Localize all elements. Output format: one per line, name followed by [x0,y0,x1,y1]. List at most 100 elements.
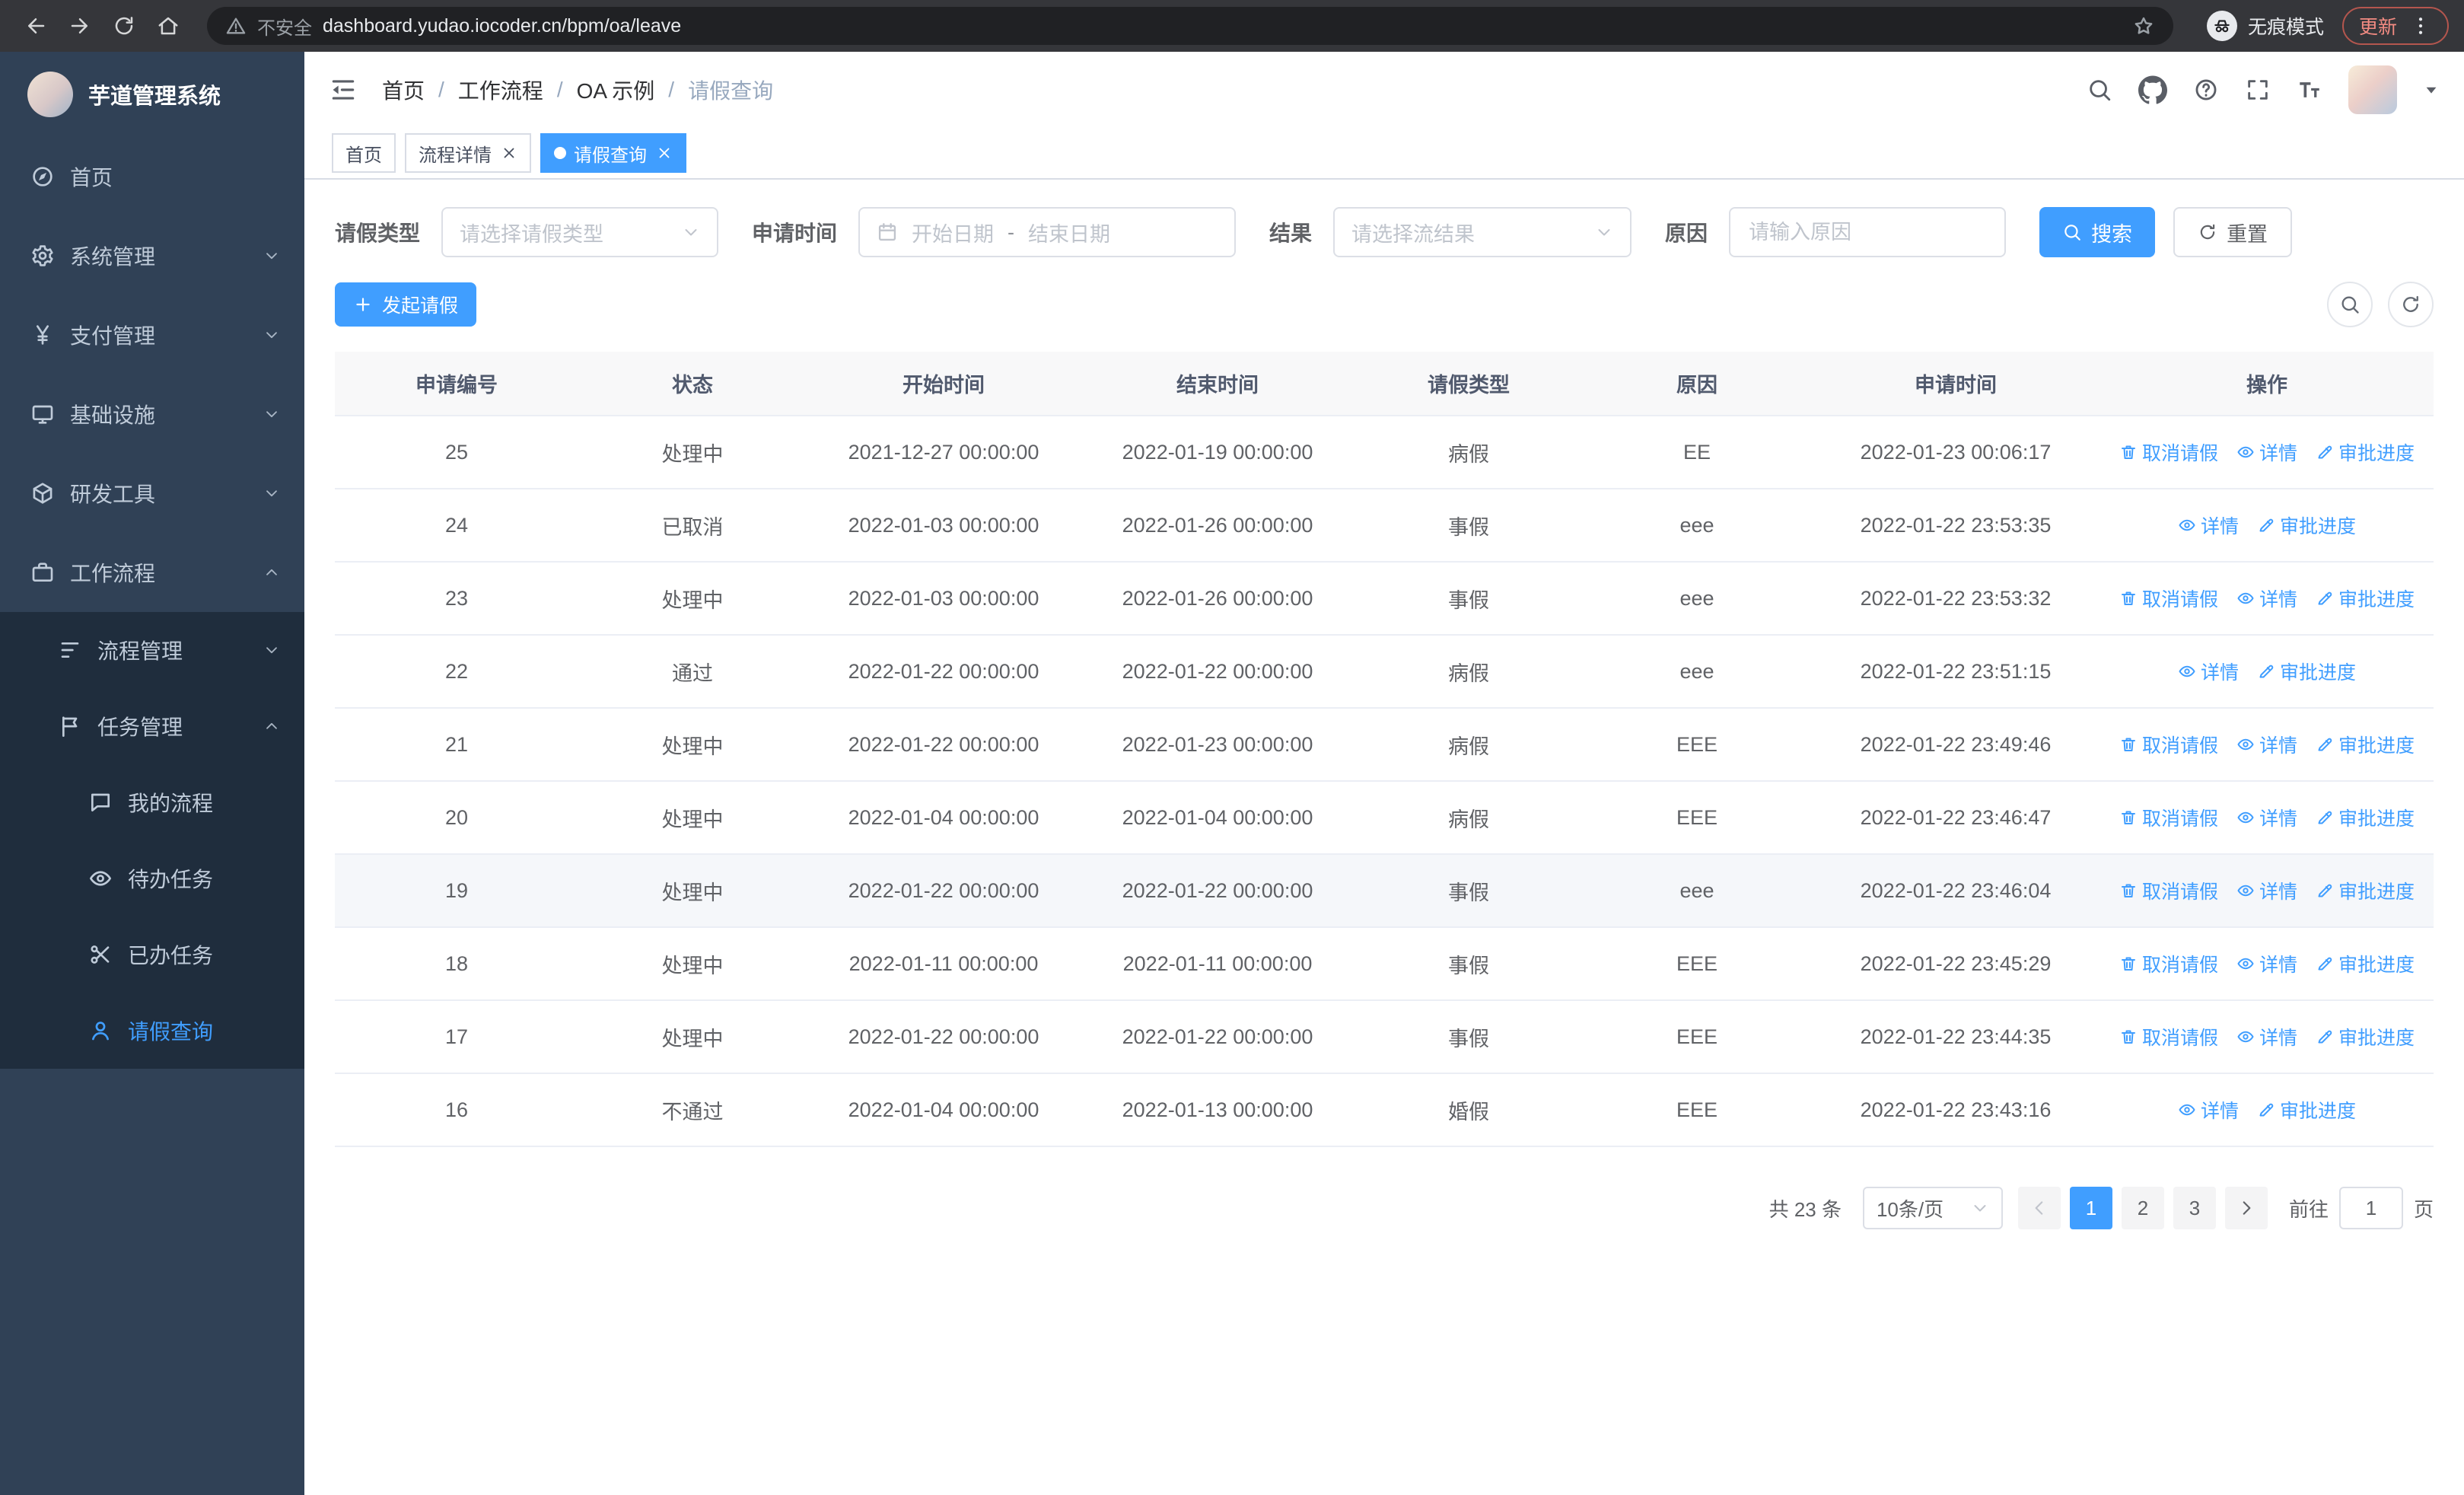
browser-reload-button[interactable] [103,5,145,46]
row-action-cancel[interactable]: 取消请假 [2119,585,2218,612]
cell-status: 处理中 [578,708,807,782]
row-action-detail[interactable]: 详情 [2236,804,2297,831]
row-action-detail[interactable]: 详情 [2236,1023,2297,1050]
breadcrumb-item[interactable]: 工作流程 [458,75,543,105]
browser-back-button[interactable] [15,5,56,46]
table-row: 18 处理中 2022-01-11 00:00:00 2022-01-11 00:00… [335,927,2434,1001]
sidebar-item-label: 系统管理 [70,245,156,269]
end-date-placeholder: 结束日期 [1028,222,1111,246]
row-action-progress[interactable]: 审批进度 [2316,877,2415,904]
row-action-detail[interactable]: 详情 [2236,731,2297,758]
sidebar-item-home[interactable]: 首页 [0,137,304,216]
toggle-search-button[interactable] [2327,282,2373,327]
goto-page-input[interactable] [2338,1187,2403,1229]
refresh-table-button[interactable] [2388,282,2434,327]
action-label: 取消请假 [2141,588,2218,610]
browser-menu-icon[interactable] [2409,14,2432,37]
row-action-progress[interactable]: 审批进度 [2316,804,2415,831]
browser-forward-button[interactable] [59,5,100,46]
pagination-prev-button[interactable] [2017,1187,2061,1229]
chevron-left-icon [2029,1198,2049,1218]
row-action-detail[interactable]: 详情 [2236,877,2297,904]
tab-leave-query[interactable]: 请假查询 [540,133,686,173]
bookmark-star-icon[interactable] [2132,14,2155,37]
sidebar-item-system-mgmt[interactable]: 系统管理 [0,216,304,295]
active-tab-dot-icon [554,147,566,159]
browser-update-button[interactable]: 更新 [2341,7,2449,45]
pagination-page-3[interactable]: 3 [2173,1187,2216,1229]
address-bar[interactable]: 不安全 dashboard.yudao.iocoder.cn/bpm/oa/le… [207,7,2173,45]
github-icon[interactable] [2138,75,2167,104]
create-leave-button[interactable]: 发起请假 [335,282,477,327]
row-action-detail[interactable]: 详情 [2236,438,2297,466]
breadcrumb-separator: / [438,78,444,101]
breadcrumb-item[interactable]: 首页 [382,75,425,105]
sidebar-item-dev-tools[interactable]: 研发工具 [0,454,304,533]
sidebar-item-done-tasks[interactable]: 已办任务 [0,916,304,993]
trash-icon [2119,808,2138,827]
row-action-detail[interactable]: 详情 [2236,585,2297,612]
row-action-progress[interactable]: 审批进度 [2316,585,2415,612]
row-action-cancel[interactable]: 取消请假 [2119,877,2218,904]
header-search-icon[interactable] [2087,77,2112,103]
row-action-progress[interactable]: 审批进度 [2257,512,2356,539]
reason-input[interactable] [1732,209,2004,256]
apply-time-range-picker[interactable]: 开始日期 - 结束日期 [858,207,1237,257]
sidebar-menu: 首页系统管理支付管理 基础设施 研发工具 工作流程 流程管理 任务管理 我的流程 待办任务 已办… [0,137,304,1069]
apply-time-filter: 申请时间 开始日期 - 结束日期 [752,207,1237,257]
close-icon[interactable] [501,145,517,161]
eye-icon [2236,955,2255,973]
sidebar-item-workflow[interactable]: 工作流程 [0,533,304,612]
row-action-cancel[interactable]: 取消请假 [2119,731,2218,758]
row-action-cancel[interactable]: 取消请假 [2119,950,2218,977]
help-icon[interactable] [2193,77,2219,103]
row-action-cancel[interactable]: 取消请假 [2119,438,2218,466]
action-label: 详情 [2259,735,2297,757]
row-action-progress[interactable]: 审批进度 [2316,731,2415,758]
sidebar-item-task-mgmt[interactable]: 任务管理 [0,688,304,764]
pagination-page-2[interactable]: 2 [2121,1187,2164,1229]
sidebar-item-process-mgmt[interactable]: 流程管理 [0,612,304,688]
row-action-cancel[interactable]: 取消请假 [2119,804,2218,831]
sidebar-collapse-button[interactable] [329,75,358,104]
pagination-page-1[interactable]: 1 [2069,1187,2112,1229]
page-size-select[interactable]: 10条/页 [1862,1187,2003,1229]
reset-button[interactable]: 重置 [2173,207,2293,257]
cell-applied: 2022-01-22 23:46:04 [1811,854,2100,928]
cell-status: 处理中 [578,854,807,928]
row-action-progress[interactable]: 审批进度 [2257,1096,2356,1124]
row-action-progress[interactable]: 审批进度 [2316,438,2415,466]
cell-type: 事假 [1355,562,1583,636]
incognito-glasses-icon [2212,16,2232,36]
page-size-value: 10条/页 [1876,1197,1944,1221]
tab-process-detail[interactable]: 流程详情 [405,133,531,173]
eye-icon [2236,735,2255,754]
row-action-progress[interactable]: 审批进度 [2316,950,2415,977]
row-action-detail[interactable]: 详情 [2178,658,2239,685]
fullscreen-icon[interactable] [2245,77,2271,103]
tab-home[interactable]: 首页 [332,133,396,173]
row-action-progress[interactable]: 审批进度 [2257,658,2356,685]
user-avatar[interactable] [2348,65,2397,114]
font-size-icon[interactable] [2297,77,2322,103]
row-action-cancel[interactable]: 取消请假 [2119,1023,2218,1050]
browser-home-button[interactable] [148,5,189,46]
sidebar-item-leave-query[interactable]: 请假查询 [0,993,304,1069]
pagination-next-button[interactable] [2224,1187,2268,1229]
result-select[interactable]: 请选择流结果 [1333,207,1632,257]
row-action-detail[interactable]: 详情 [2236,950,2297,977]
chat-icon [88,790,113,814]
user-menu-caret-icon[interactable] [2423,81,2440,98]
search-button[interactable]: 搜索 [2039,207,2156,257]
sidebar-item-infrastructure[interactable]: 基础设施 [0,375,304,454]
leave-type-select[interactable]: 请选择请假类型 [441,207,719,257]
breadcrumb-item[interactable]: OA 示例 [577,75,655,105]
row-action-detail[interactable]: 详情 [2178,512,2239,539]
incognito-avatar [2206,11,2237,41]
row-action-detail[interactable]: 详情 [2178,1096,2239,1124]
close-icon[interactable] [656,145,673,161]
sidebar-item-payment-mgmt[interactable]: 支付管理 [0,295,304,375]
sidebar-item-my-process[interactable]: 我的流程 [0,764,304,840]
row-action-progress[interactable]: 审批进度 [2316,1023,2415,1050]
sidebar-item-todo-tasks[interactable]: 待办任务 [0,840,304,916]
